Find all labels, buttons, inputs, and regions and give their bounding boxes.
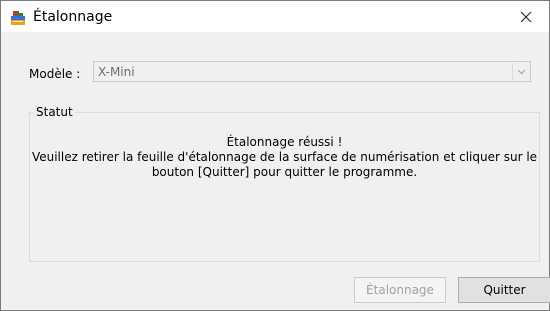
model-label: Modèle : <box>29 67 81 81</box>
status-message: Étalonnage réussi ! Veuillez retirer la … <box>30 135 539 180</box>
status-line-instruction: Veuillez retirer la feuille d'étalonnage… <box>31 150 538 164</box>
model-select[interactable]: X-Mini <box>93 61 531 82</box>
calibrate-button[interactable]: Étalonnage <box>354 277 446 303</box>
close-button[interactable] <box>503 1 549 32</box>
status-line-success: Étalonnage réussi ! <box>226 135 343 149</box>
status-group-title: Statut <box>34 104 75 120</box>
title-bar: Étalonnage <box>1 1 549 32</box>
window-title: Étalonnage <box>33 9 113 25</box>
status-line-quit-hint: bouton [Quitter] pour quitter le program… <box>151 165 418 179</box>
close-icon <box>520 11 532 23</box>
quit-button[interactable]: Quitter <box>458 277 550 303</box>
calibration-dialog: Étalonnage Modèle : X-Mini Statut Étalon… <box>0 0 550 311</box>
app-icon <box>10 10 26 26</box>
model-selected-value: X-Mini <box>98 65 135 79</box>
status-groupbox: Statut Étalonnage réussi ! Veuillez reti… <box>29 104 540 262</box>
chevron-down-icon <box>512 63 529 80</box>
